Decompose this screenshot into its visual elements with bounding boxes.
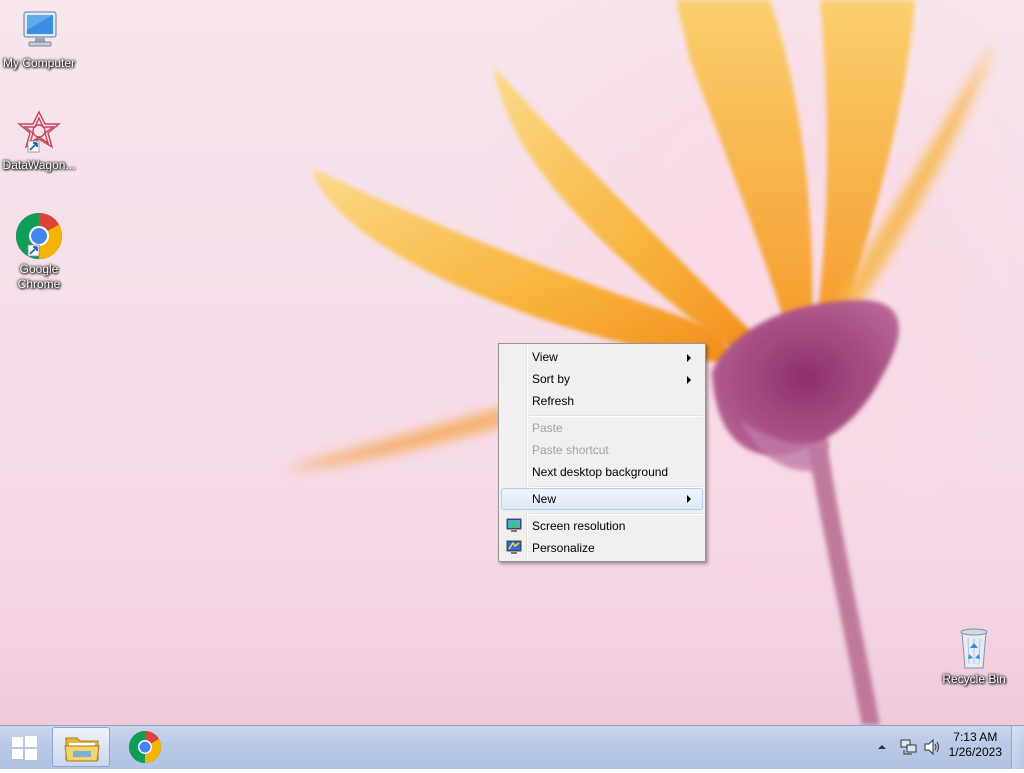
taskbar-clock[interactable]: 7:13 AM 1/26/2023 (949, 730, 1002, 760)
start-button[interactable] (2, 728, 46, 767)
screen-resolution-icon (506, 518, 522, 532)
taskbar: 7:13 AM 1/26/2023 (0, 725, 1024, 769)
show-desktop-button[interactable] (1011, 726, 1024, 769)
taskbar-chrome-button[interactable] (116, 727, 174, 767)
menu-item-next-desktop-background[interactable]: Next desktop background (501, 461, 703, 483)
menu-item-view[interactable]: View (501, 346, 703, 368)
menu-item-label: Screen resolution (532, 519, 626, 533)
menu-item-label: Personalize (532, 541, 595, 555)
desktop-icon-label: DataWagon... (2, 158, 76, 172)
submenu-arrow-icon (687, 376, 691, 384)
computer-icon (23, 11, 57, 47)
desktop[interactable]: My Computer DataWagon... Google Chrome R… (0, 0, 1024, 725)
desktop-icon-my-computer[interactable]: My Computer (1, 8, 77, 71)
folder-icon (64, 737, 100, 762)
clock-date: 1/26/2023 (948, 745, 1002, 759)
menu-item-label: Sort by (532, 372, 571, 386)
menu-item-label: View (532, 350, 558, 364)
submenu-arrow-icon (687, 495, 691, 503)
taskbar-file-explorer-button[interactable] (52, 727, 110, 767)
menu-item-label: Refresh (532, 394, 575, 408)
menu-item-paste-shortcut[interactable]: Paste shortcut (501, 439, 703, 461)
windows-logo-icon (12, 736, 37, 760)
system-tray: 7:13 AM 1/26/2023 (864, 726, 1024, 769)
desktop-icon-label: My Computer (2, 56, 76, 70)
menu-item-sort-by[interactable]: Sort by (501, 368, 703, 390)
menu-item-label: Paste (532, 421, 563, 435)
desktop-icon-datawagon[interactable]: DataWagon... (1, 110, 77, 173)
menu-item-personalize[interactable]: Personalize (501, 537, 703, 559)
desktop-icon-recycle-bin[interactable]: Recycle Bin (936, 624, 1012, 687)
chrome-icon (15, 212, 63, 260)
menu-item-screen-resolution[interactable]: Screen resolution (501, 515, 703, 537)
recycle-bin-icon (960, 628, 988, 669)
desktop-context-menu: View Sort by Refresh Paste Paste shortcu… (498, 343, 706, 562)
desktop-icon-label: Google Chrome (17, 262, 61, 291)
personalize-icon (506, 540, 522, 554)
submenu-arrow-icon (687, 354, 691, 362)
network-icon[interactable] (900, 738, 918, 756)
menu-item-label: Paste shortcut (532, 443, 609, 457)
chrome-icon (128, 730, 162, 764)
show-hidden-icons-chevron-icon[interactable] (877, 743, 887, 751)
menu-item-refresh[interactable]: Refresh (501, 390, 703, 412)
datawagon-icon (17, 110, 61, 153)
clock-time: 7:13 AM (953, 730, 998, 744)
menu-item-label: New (532, 492, 557, 506)
menu-item-paste[interactable]: Paste (501, 417, 703, 439)
desktop-icon-google-chrome[interactable]: Google Chrome (1, 212, 77, 292)
menu-item-new[interactable]: New (501, 488, 703, 510)
menu-item-label: Next desktop background (532, 465, 669, 479)
desktop-icon-label: Recycle Bin (942, 672, 1006, 686)
volume-icon[interactable] (923, 738, 941, 756)
